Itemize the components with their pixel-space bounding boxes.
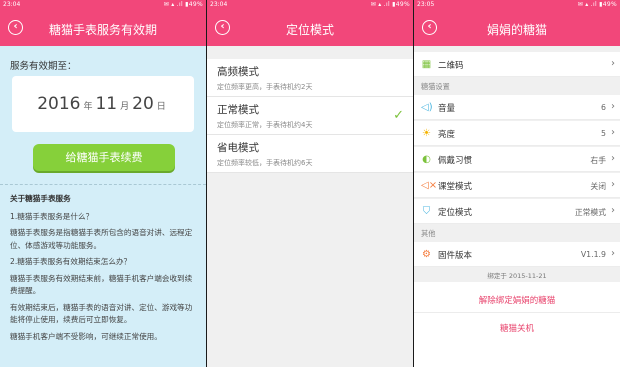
mode-description: 定位频率正常，手表待机约4天 xyxy=(217,121,313,129)
status-bar: 23:05 ✉ ▴ .ıl ▮49% xyxy=(414,0,620,10)
bound-date-text: 绑定于 2015-11-21 xyxy=(487,272,547,280)
day-unit: 日 xyxy=(156,102,166,112)
settings-value: 正常模式 xyxy=(574,208,606,217)
chevron-right-icon: › xyxy=(611,153,615,164)
section-header-other: 其他 xyxy=(421,229,436,238)
settings-value: 右手 xyxy=(590,156,606,165)
page-title: 定位模式 xyxy=(285,23,334,37)
status-time: 23:04 xyxy=(210,1,228,8)
mode-list: 高频模式 定位频率更高，手表待机约2天 正常模式 定位频率正常，手表待机约4天 … xyxy=(207,59,413,173)
settings-value: 5 xyxy=(601,129,606,138)
expiry-year: 2016 xyxy=(37,94,81,114)
chevron-right-icon: › xyxy=(611,248,615,259)
settings-label: 佩戴习惯 xyxy=(438,156,473,166)
firmware-icon: ⚙ xyxy=(422,249,431,260)
renew-button[interactable]: 给糖猫手表续费 xyxy=(33,144,175,171)
mode-description: 定位频率更高，手表待机约2天 xyxy=(217,83,313,91)
title-bar: ‹ 糖猫手表服务有效期 xyxy=(0,10,206,46)
faq-question-1: 1.糖猫手表服务是什么？ xyxy=(10,211,94,221)
faq-answer-2b: 有效期结束后，糖猫手表的语音对讲、定位、游戏等功能将停止使用，续费后可立即恢复。 xyxy=(10,302,193,325)
brightness-icon: ☀ xyxy=(422,128,431,139)
mode-title: 高频模式 xyxy=(217,66,259,78)
settings-label: 亮度 xyxy=(438,130,456,140)
location-mode-screen: 23:04 ✉ ▴ .ıl ▮49% ‹ 定位模式 高频模式 定位频率更高，手表… xyxy=(207,0,413,367)
faq-answer-2c: 糖猫手机客户端不受影响，可继续正常使用。 xyxy=(10,331,162,341)
year-unit: 年 xyxy=(83,102,93,112)
status-icons: ✉ ▴ .ıl ▮49% xyxy=(370,1,410,8)
status-icons: ✉ ▴ .ıl ▮49% xyxy=(577,1,617,8)
faq-answer-2a: 糖猫手表服务有效期结束前，糖猫手机客户端会收到续费提醒。 xyxy=(10,273,193,296)
status-bar: 23:04 ✉ ▴ .ıl ▮49% xyxy=(0,0,206,10)
faq-question-2: 2.糖猫手表服务有效期结束怎么办？ xyxy=(10,257,132,266)
chevron-right-icon: › xyxy=(611,179,615,190)
page-title: 娟娟的糖猫 xyxy=(486,23,547,37)
chevron-right-icon: › xyxy=(611,101,615,112)
firmware-version-row[interactable]: ⚙ 固件版本 V1.1.9 › xyxy=(414,242,620,267)
dashed-divider xyxy=(0,184,206,185)
chevron-right-icon: › xyxy=(611,127,615,138)
action-divider xyxy=(414,312,620,313)
month-unit: 月 xyxy=(120,102,130,112)
settings-row-brightness[interactable]: ☀ 亮度 5 › xyxy=(414,121,620,146)
device-settings-screen: 23:05 ✉ ▴ .ıl ▮49% ‹ 娟娟的糖猫 ▦ 二维码 › 糖猫设置 … xyxy=(414,0,620,367)
qr-code-label: 二维码 xyxy=(438,61,464,71)
settings-row-class-mode[interactable]: ◁× 课堂模式 关闭 › xyxy=(414,173,620,198)
expiry-day: 20 xyxy=(132,94,154,114)
status-bar: 23:04 ✉ ▴ .ıl ▮49% xyxy=(207,0,413,10)
expiry-month: 11 xyxy=(95,94,118,114)
title-bar: ‹ 娟娟的糖猫 xyxy=(414,10,620,46)
service-expiry-screen: 23:04 ✉ ▴ .ıl ▮49% ‹ 糖猫手表服务有效期 服务有效期至： 2… xyxy=(0,0,206,367)
faq-title: 关于糖猫手表服务 xyxy=(10,194,71,203)
mode-option-power-saving[interactable]: 省电模式 定位频率较低，手表待机约6天 xyxy=(207,135,413,173)
qr-code-icon: ▦ xyxy=(421,59,432,70)
settings-label: 定位模式 xyxy=(438,208,473,218)
unbind-button[interactable]: 解除绑定娟娟的糖猫 xyxy=(414,294,620,306)
qr-code-row[interactable]: ▦ 二维码 › xyxy=(414,52,620,77)
faq-answer-1: 糖猫手表服务是指糖猫手表所包含的语音对讲、远程定位、体感游戏等功能服务。 xyxy=(10,228,193,250)
checkmark-icon: ✓ xyxy=(393,108,404,123)
status-icons: ✉ ▴ .ıl ▮49% xyxy=(163,1,203,8)
expiry-date-card: 2016 年 11 月 20 日 xyxy=(12,76,194,132)
mode-title: 正常模式 xyxy=(217,104,259,116)
chevron-right-icon: › xyxy=(611,58,615,69)
mode-description: 定位频率较低，手表待机约6天 xyxy=(217,159,313,167)
status-time: 23:04 xyxy=(3,1,21,8)
chevron-right-icon: › xyxy=(611,205,615,216)
location-mode-icon: ⛉ xyxy=(422,206,431,217)
mode-option-normal[interactable]: 正常模式 定位频率正常，手表待机约4天 ✓ xyxy=(207,97,413,135)
settings-row-volume[interactable]: ◁) 音量 6 › xyxy=(414,95,620,120)
faq-section: 关于糖猫手表服务 1.糖猫手表服务是什么？ 糖猫手表服务是指糖猫手表所包含的语音… xyxy=(10,193,198,347)
page-title: 糖猫手表服务有效期 xyxy=(48,23,157,37)
class-mode-icon: ◁× xyxy=(421,180,438,191)
firmware-value: V1.1.9 xyxy=(580,250,606,259)
settings-row-wearing-habit[interactable]: ◐ 佩戴习惯 右手 › xyxy=(414,147,620,172)
expiry-label: 服务有效期至： xyxy=(10,61,77,72)
settings-value: 关闭 xyxy=(590,182,606,191)
settings-value: 6 xyxy=(601,103,606,112)
mode-title: 省电模式 xyxy=(217,142,259,154)
section-header-settings: 糖猫设置 xyxy=(421,82,450,91)
status-time: 23:05 xyxy=(417,1,435,8)
shutdown-button[interactable]: 糖猫关机 xyxy=(414,322,620,334)
mode-option-high-frequency[interactable]: 高频模式 定位频率更高，手表待机约2天 xyxy=(207,59,413,97)
settings-label: 音量 xyxy=(438,104,456,114)
settings-label: 课堂模式 xyxy=(438,182,473,192)
title-bar: ‹ 定位模式 xyxy=(207,10,413,46)
wearing-habit-icon: ◐ xyxy=(422,154,431,165)
volume-icon: ◁) xyxy=(421,102,433,113)
firmware-label: 固件版本 xyxy=(438,251,473,261)
settings-row-location-mode[interactable]: ⛉ 定位模式 正常模式 › xyxy=(414,199,620,224)
